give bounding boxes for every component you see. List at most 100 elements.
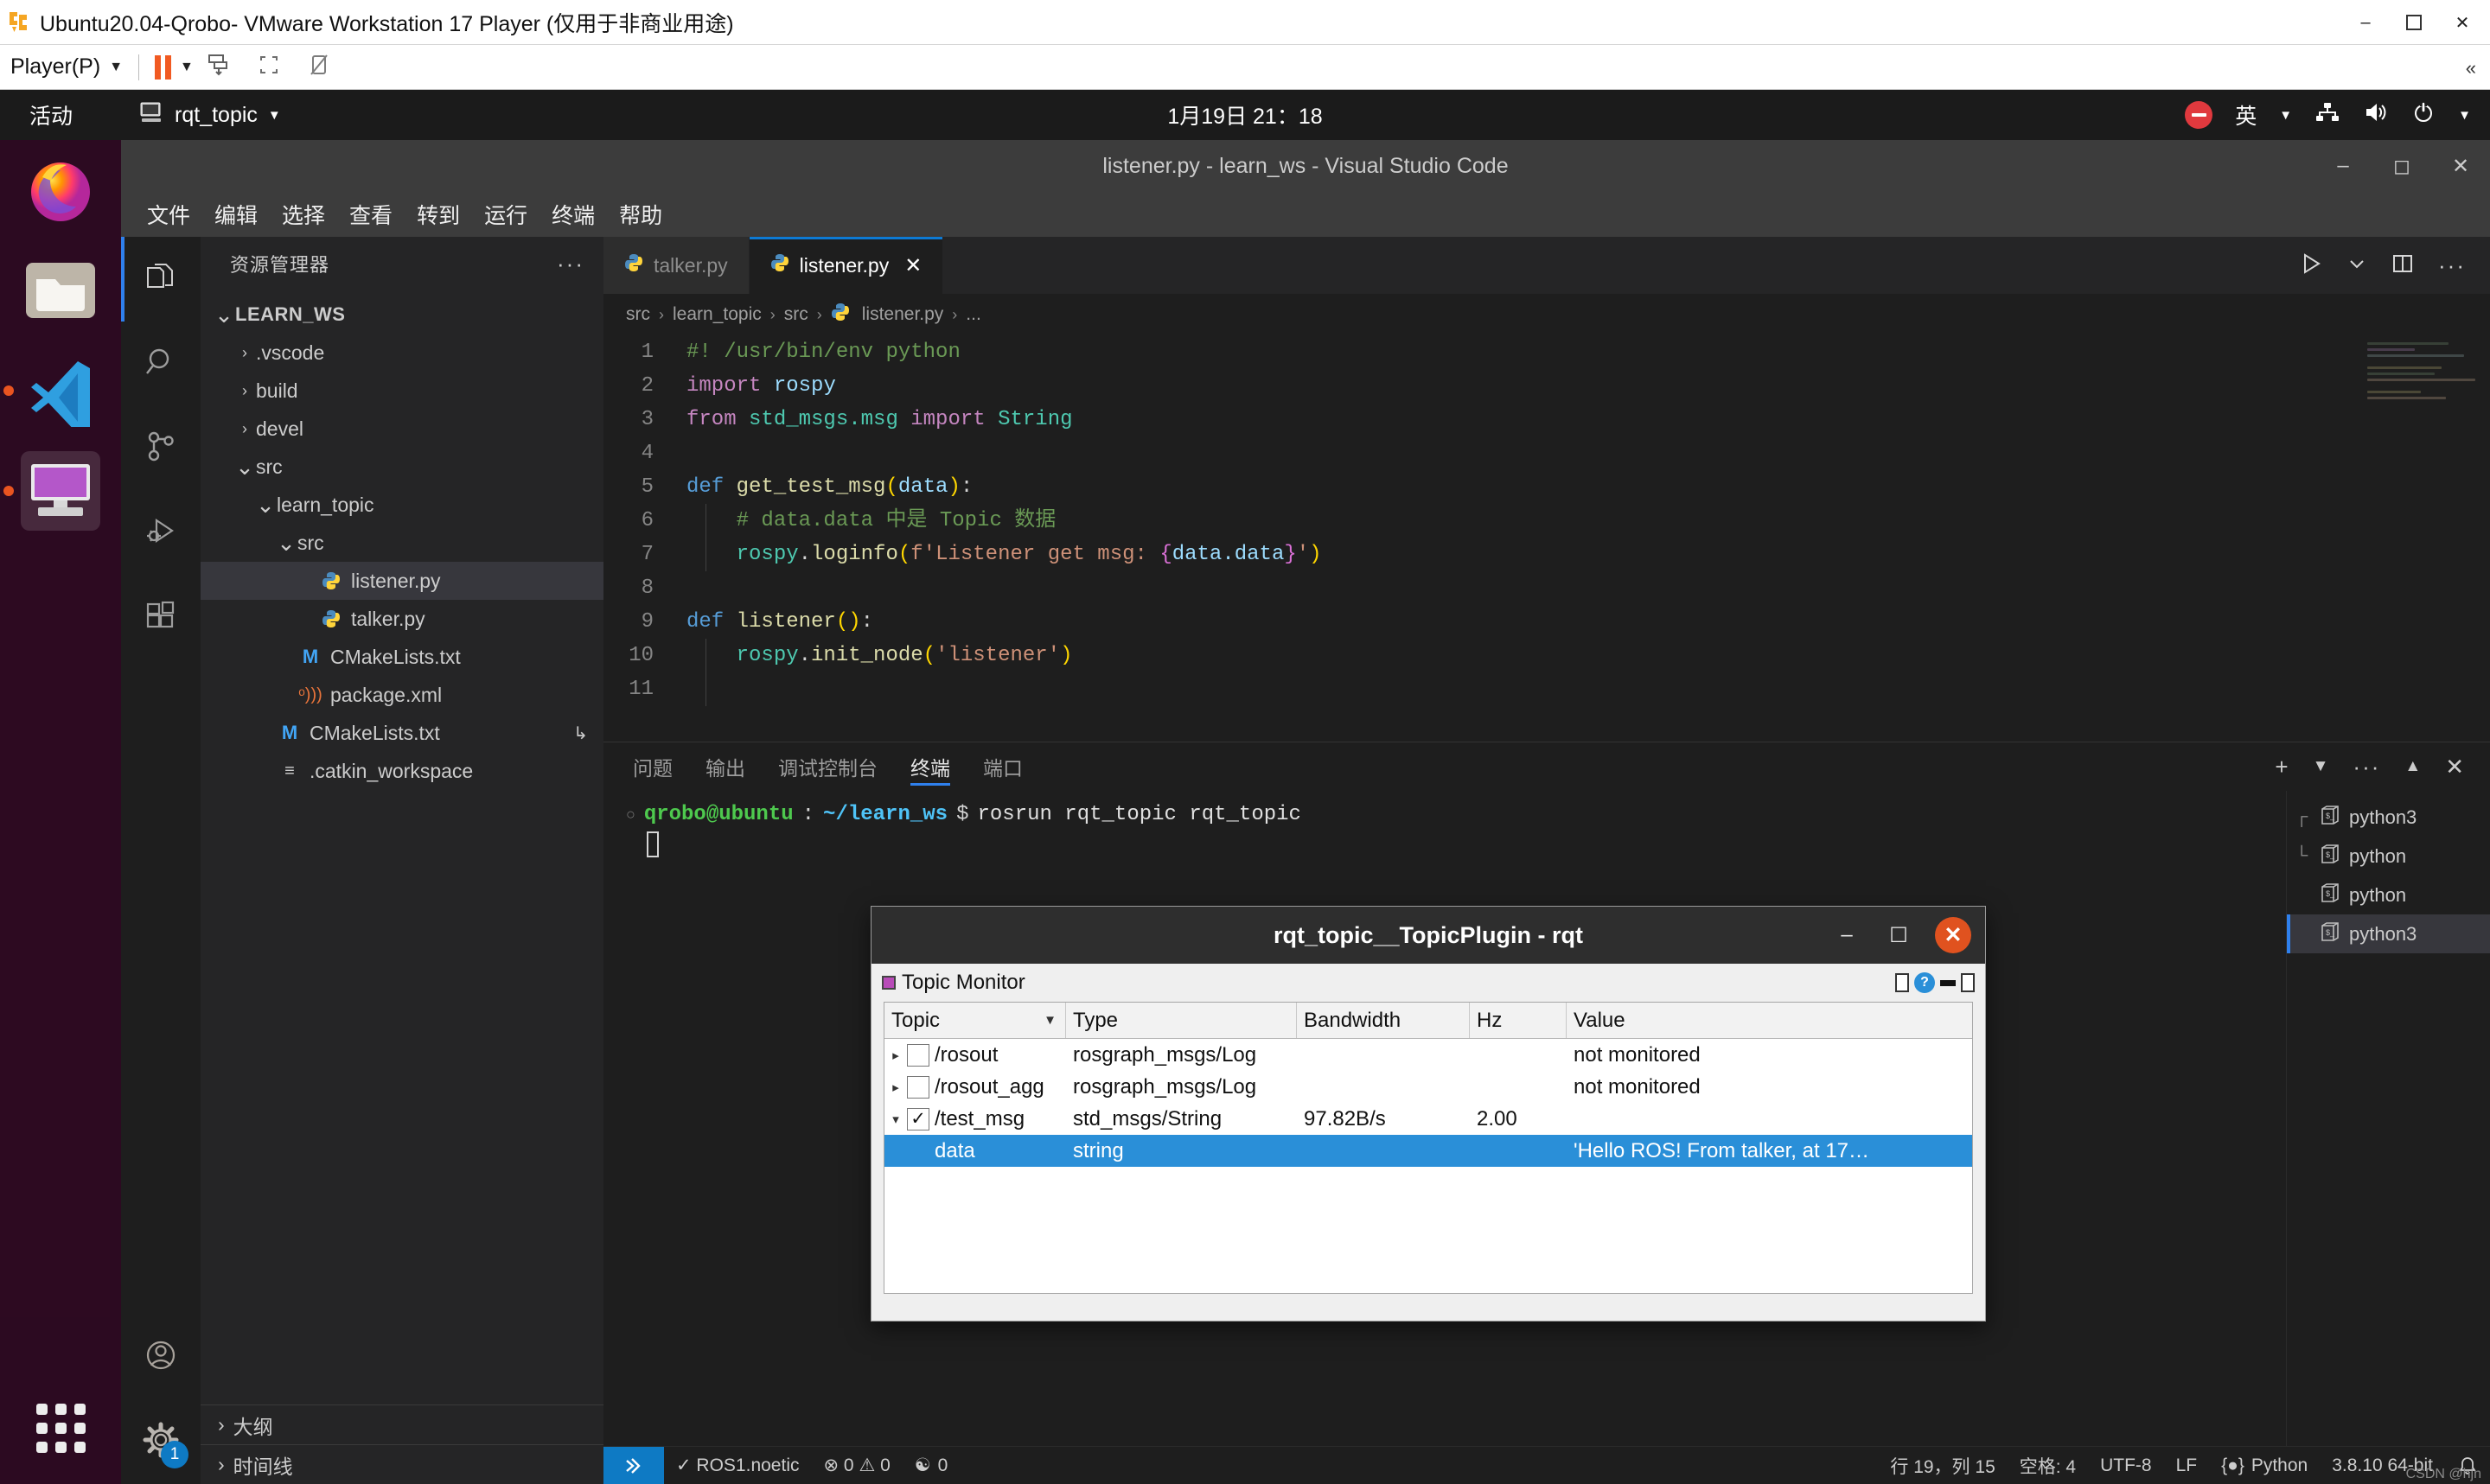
show-applications-button[interactable] xyxy=(0,1380,121,1475)
rqt-window[interactable]: rqt_topic__TopicPlugin - rqt – ☐ ✕ Topic… xyxy=(871,906,1986,1322)
sidebar-item-extensions[interactable] xyxy=(121,576,201,660)
full-screen-icon[interactable] xyxy=(256,52,282,82)
vscode-maximize-icon[interactable]: ◻ xyxy=(2372,140,2431,192)
network-icon[interactable] xyxy=(2314,101,2340,130)
rqt-maximize-icon[interactable]: ☐ xyxy=(1883,923,1914,948)
sidebar-item-source-control[interactable] xyxy=(121,406,201,491)
explorer-more-actions-icon[interactable]: ··· xyxy=(557,251,584,277)
maximize-panel-icon[interactable]: ▲ xyxy=(2404,757,2421,776)
tree-item-src[interactable]: ⌄ src xyxy=(201,448,603,486)
rqt-close-icon[interactable]: ✕ xyxy=(1935,917,1971,953)
tree-item-src[interactable]: ⌄ src xyxy=(201,524,603,562)
run-chevron-icon[interactable] xyxy=(2346,253,2367,278)
vmware-player-menu[interactable]: Player(P) xyxy=(10,54,100,80)
vmware-minimize-icon[interactable]: – xyxy=(2341,5,2390,40)
unity-mode-icon[interactable] xyxy=(306,52,332,82)
undock-icon[interactable] xyxy=(1895,973,1909,992)
close-icon[interactable]: ✕ xyxy=(904,253,922,278)
topic-checkbox[interactable] xyxy=(907,1075,929,1099)
menu-terminal[interactable]: 终端 xyxy=(540,195,607,233)
detach-icon[interactable] xyxy=(1961,973,1975,992)
help-icon[interactable]: ? xyxy=(1914,972,1935,993)
column-header-type[interactable]: Type xyxy=(1066,1003,1297,1038)
sidebar-item-explorer[interactable] xyxy=(121,237,201,322)
collapse-toolbar-icon[interactable]: « xyxy=(2466,57,2476,80)
expander-icon[interactable]: ▾ xyxy=(884,1111,907,1127)
ime-caret-icon[interactable]: ▼ xyxy=(2279,108,2292,123)
panel-tab-1[interactable]: 输出 xyxy=(706,742,745,791)
status-cursor-position[interactable]: 行 19，列 15 xyxy=(1878,1453,2007,1479)
table-row[interactable]: ▸ /rosout rosgraph_msgs/Log not monitored xyxy=(884,1039,1972,1071)
vscode-minimize-icon[interactable]: – xyxy=(2314,140,2372,192)
tab-listener-py[interactable]: listener.py ✕ xyxy=(749,237,944,294)
tree-item-package-xml[interactable]: ᵒ))) package.xml xyxy=(201,676,603,714)
topic-checkbox[interactable]: ✓ xyxy=(907,1107,929,1131)
status-eol[interactable]: LF xyxy=(2164,1455,2210,1476)
split-editor-icon[interactable] xyxy=(2390,251,2416,281)
code-editor[interactable]: 1 2 3 4 5 6 7 8 9 10 11 #! /usr/bin/env python impor… xyxy=(603,335,2490,742)
terminal-dropdown-icon[interactable]: ▼ xyxy=(2313,757,2329,776)
menu-go[interactable]: 转到 xyxy=(405,195,472,233)
volume-icon[interactable] xyxy=(2363,101,2389,130)
panel-tab-0[interactable]: 问题 xyxy=(633,742,673,791)
terminal-list-item[interactable]: $_ python3 xyxy=(2287,914,2490,953)
close-plugin-icon[interactable] xyxy=(1940,979,1956,986)
tree-item-learn-ws[interactable]: ⌄ LEARN_WS xyxy=(201,296,603,334)
power-icon[interactable] xyxy=(2411,100,2436,131)
menu-help[interactable]: 帮助 xyxy=(607,195,674,233)
table-row[interactable]: ▾ ✓/test_msg std_msgs/String 97.82B/s 2.00 xyxy=(884,1103,1972,1135)
menu-file[interactable]: 文件 xyxy=(135,195,202,233)
topic-checkbox[interactable] xyxy=(907,1043,929,1067)
breadcrumb-segment[interactable]: src xyxy=(784,304,808,325)
expander-icon[interactable]: ▸ xyxy=(884,1080,907,1095)
status-indentation[interactable]: 空格: 4 xyxy=(2008,1453,2088,1479)
column-header-hz[interactable]: Hz xyxy=(1470,1003,1567,1038)
send-ctrl-alt-del-icon[interactable] xyxy=(206,52,232,82)
breadcrumb-segment[interactable]: src xyxy=(626,304,650,325)
tree-item-devel[interactable]: › devel xyxy=(201,410,603,448)
menu-edit[interactable]: 编辑 xyxy=(202,195,270,233)
activities-button[interactable]: 活动 xyxy=(29,99,73,131)
sidebar-item-run-debug[interactable] xyxy=(121,491,201,576)
expander-icon[interactable]: ▸ xyxy=(884,1048,907,1063)
tree-item-listener-py[interactable]: listener.py xyxy=(201,562,603,600)
system-menu-caret-icon[interactable]: ▼ xyxy=(2458,108,2471,123)
breadcrumb-segment[interactable]: learn_topic xyxy=(673,304,762,325)
current-app-menu[interactable]: rqt_topic ▼ xyxy=(138,101,281,130)
dock-item-vmware-remote[interactable] xyxy=(0,441,121,541)
input-method-label[interactable]: 英 xyxy=(2235,99,2257,131)
table-row[interactable]: data string 'Hello ROS! From talker, at 17… xyxy=(884,1135,1972,1167)
sidebar-item-search[interactable] xyxy=(121,322,201,406)
menu-run[interactable]: 运行 xyxy=(472,195,540,233)
panel-tab-4[interactable]: 端口 xyxy=(983,742,1023,791)
tab-talker-py[interactable]: talker.py xyxy=(603,237,750,294)
menu-selection[interactable]: 选择 xyxy=(270,195,337,233)
sidebar-section-outline[interactable]: › 大纲 xyxy=(201,1404,603,1444)
manage-settings-button[interactable]: 1 xyxy=(121,1399,201,1484)
status-ports[interactable]: ☯ 0 xyxy=(903,1455,961,1476)
tree-item--catkin-workspace[interactable]: ≡ .catkin_workspace xyxy=(201,752,603,790)
column-header-topic[interactable]: Topic ▼ xyxy=(884,1003,1066,1038)
panel-tab-2[interactable]: 调试控制台 xyxy=(778,742,878,791)
breadcrumb-segment[interactable]: listener.py xyxy=(862,304,944,325)
status-encoding[interactable]: UTF-8 xyxy=(2088,1455,2164,1476)
status-language-mode[interactable]: {●} Python xyxy=(2209,1455,2320,1476)
remote-window-icon[interactable] xyxy=(603,1446,664,1484)
clock[interactable]: 1月19日 21：18 xyxy=(1167,99,1322,131)
run-python-file-icon[interactable] xyxy=(2298,251,2324,281)
dock-item-vscode[interactable] xyxy=(0,341,121,441)
tree-item-cmakelists-txt[interactable]: M CMakeLists.txt xyxy=(201,638,603,676)
column-header-bandwidth[interactable]: Bandwidth xyxy=(1297,1003,1470,1038)
dock-item-firefox[interactable] xyxy=(0,140,121,240)
vmware-player-caret-icon[interactable]: ▼ xyxy=(109,60,123,75)
dock-item-files[interactable] xyxy=(0,240,121,341)
more-actions-icon[interactable]: ··· xyxy=(2438,252,2466,279)
accounts-button[interactable] xyxy=(121,1315,201,1399)
status-problems[interactable]: ⊗ 0 ⚠ 0 xyxy=(812,1455,903,1476)
rqt-minimize-icon[interactable]: – xyxy=(1831,923,1862,947)
terminal-list-item[interactable]: ┌ $_ python3 xyxy=(2287,798,2490,837)
tree-item-learn-topic[interactable]: ⌄ learn_topic xyxy=(201,486,603,524)
terminal-list-item[interactable]: $_ python xyxy=(2287,876,2490,914)
tree-item-cmakelists-txt[interactable]: M CMakeLists.txt ↳ xyxy=(201,714,603,752)
terminal-list-item[interactable]: └ $_ python xyxy=(2287,837,2490,876)
